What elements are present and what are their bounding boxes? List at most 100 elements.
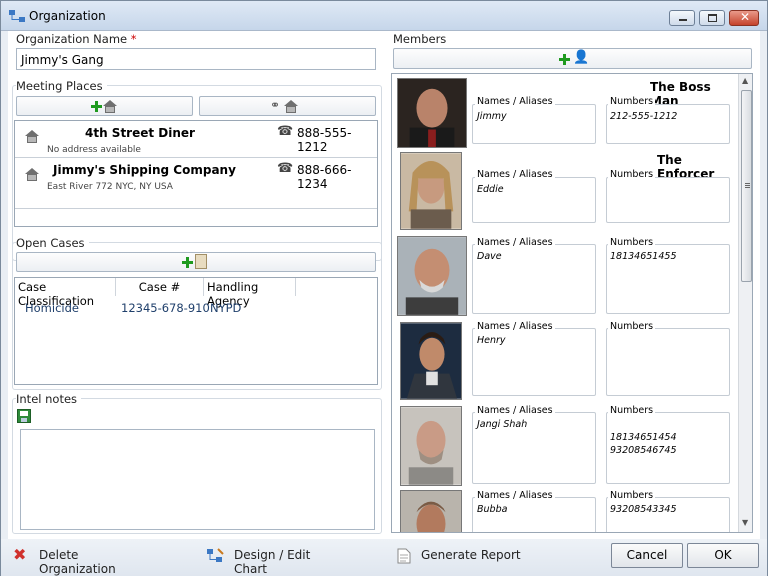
cancel-button[interactable]: Cancel	[611, 543, 683, 568]
place-address: East River 772 NYC, NY USA	[47, 182, 173, 192]
members-scrollbar[interactable]: ▲ ▼	[738, 74, 752, 532]
member-photo	[400, 152, 462, 230]
numbers-value: 18134651454 93208546745	[610, 432, 677, 456]
alias-value: Jangi Shah	[477, 419, 528, 430]
scroll-up-icon[interactable]: ▲	[742, 76, 748, 85]
numbers-value: 18134651455	[610, 251, 677, 262]
maximize-button[interactable]	[699, 10, 725, 26]
member-card[interactable]: Names / Aliases Bubba Numbers 9320854334…	[392, 488, 737, 532]
phone-icon: ☎	[277, 161, 294, 176]
org-name-label: Organization Name *	[16, 32, 141, 46]
numbers-label: Numbers	[608, 405, 656, 416]
place-name: 4th Street Diner	[85, 126, 195, 140]
place-phone: 888-666-1234	[297, 163, 352, 191]
handling-agency: NYPD	[210, 301, 242, 315]
numbers-value: 93208543345	[610, 504, 677, 515]
case-folder-icon	[195, 254, 207, 269]
numbers-label: Numbers	[608, 237, 656, 248]
title-bar: Organization ✕	[1, 1, 767, 31]
cases-table: Case Classification Case # Handling Agen…	[14, 277, 378, 385]
organization-icon	[9, 10, 25, 22]
org-name-input[interactable]: Jimmy's Gang	[16, 48, 376, 70]
bottom-action-bar: ✖ Delete Organization Design / Edit Char…	[1, 539, 767, 576]
divider	[15, 208, 377, 209]
alias-value: Jimmy	[477, 111, 507, 122]
column-header-agency[interactable]: Handling Agency	[204, 278, 296, 308]
binoculars-icon: ⚭	[270, 98, 281, 112]
member-card[interactable]: Names / Aliases Jangi Shah Numbers 18134…	[392, 404, 737, 488]
add-member-button[interactable]: 👤	[393, 48, 752, 69]
close-icon: ✕	[740, 10, 751, 24]
delete-organization-button[interactable]: ✖ Delete Organization	[13, 543, 153, 576]
generate-report-button[interactable]: Generate Report	[397, 543, 527, 571]
house-icon	[25, 168, 39, 181]
intel-notes-label: Intel notes	[16, 392, 82, 406]
alias-value: Dave	[477, 251, 502, 262]
member-photo	[397, 236, 467, 316]
members-label: Members	[393, 32, 451, 46]
meeting-place-item[interactable]: 4th Street Diner No address available ☎ …	[15, 121, 377, 157]
alias-value: Henry	[477, 335, 506, 346]
member-photo	[400, 322, 462, 400]
place-name: Jimmy's Shipping Company	[53, 163, 236, 177]
alias-value: Bubba	[477, 504, 508, 515]
table-row[interactable]: Homicide 12345-678-910 NYPD	[15, 298, 377, 318]
names-aliases-label: Names / Aliases	[475, 405, 555, 416]
place-phone: 888-555-1212	[297, 126, 352, 154]
house-icon	[284, 100, 298, 113]
intel-notes-textarea[interactable]	[20, 429, 375, 530]
delete-icon: ✖	[13, 545, 27, 564]
client-area: Organization Name * Jimmy's Gang Meeting…	[8, 31, 760, 539]
meeting-place-item[interactable]: Jimmy's Shipping Company East River 772 …	[15, 158, 377, 208]
minimize-button[interactable]	[669, 10, 695, 26]
member-card[interactable]: Names / Aliases Dave Numbers 18134651455	[392, 236, 737, 318]
meeting-places-list: 4th Street Diner No address available ☎ …	[14, 120, 378, 227]
numbers-label: Numbers	[608, 490, 656, 501]
chart-icon	[207, 548, 224, 562]
scroll-down-icon[interactable]: ▼	[742, 518, 748, 527]
names-aliases-label: Names / Aliases	[475, 96, 555, 107]
report-label: Generate Report	[421, 548, 521, 562]
member-photo	[400, 406, 462, 486]
save-icon[interactable]	[17, 409, 31, 423]
search-meeting-place-button[interactable]: ⚭	[199, 96, 376, 116]
plus-icon	[182, 257, 193, 268]
design-edit-chart-button[interactable]: Design / Edit Chart	[206, 543, 346, 576]
plus-icon	[91, 101, 102, 112]
names-aliases-label: Names / Aliases	[475, 321, 555, 332]
alias-value: Eddie	[477, 184, 504, 195]
member-card[interactable]: The Enforcer Names / Aliases Eddie Numbe…	[392, 152, 737, 232]
organization-window: Organization ✕ Organization Name * Jimmy…	[0, 0, 768, 576]
open-cases-label: Open Cases	[16, 236, 89, 250]
numbers-label: Numbers	[608, 169, 656, 180]
numbers-label: Numbers	[608, 96, 656, 107]
column-header-classification[interactable]: Case Classification	[15, 278, 116, 308]
phone-icon: ☎	[277, 124, 294, 139]
meeting-places-label: Meeting Places	[16, 79, 107, 93]
member-card[interactable]: The Boss Man Names / Aliases Jimmy Numbe…	[392, 74, 737, 149]
numbers-box[interactable]	[606, 177, 730, 223]
column-header-case-number[interactable]: Case #	[116, 278, 204, 296]
plus-icon	[559, 54, 570, 65]
house-icon	[103, 100, 117, 113]
ok-button[interactable]: OK	[687, 543, 759, 568]
numbers-label: Numbers	[608, 321, 656, 332]
names-aliases-label: Names / Aliases	[475, 169, 555, 180]
window-title: Organization	[29, 9, 106, 23]
close-button[interactable]: ✕	[729, 10, 759, 26]
numbers-box[interactable]	[606, 328, 730, 396]
house-icon	[25, 130, 39, 143]
case-number: 12345-678-910	[121, 301, 210, 315]
numbers-value: 212-555-1212	[610, 111, 678, 122]
report-icon	[397, 548, 411, 564]
case-classification: Homicide	[25, 301, 79, 315]
place-address: No address available	[47, 145, 141, 155]
add-case-button[interactable]	[16, 252, 376, 272]
scroll-thumb[interactable]	[741, 90, 752, 282]
person-icon: 👤	[573, 50, 590, 65]
add-meeting-place-button[interactable]	[16, 96, 193, 116]
names-aliases-label: Names / Aliases	[475, 490, 555, 501]
member-photo	[400, 490, 462, 532]
design-label: Design / Edit Chart	[234, 548, 311, 576]
member-card[interactable]: Names / Aliases Henry Numbers	[392, 320, 737, 402]
